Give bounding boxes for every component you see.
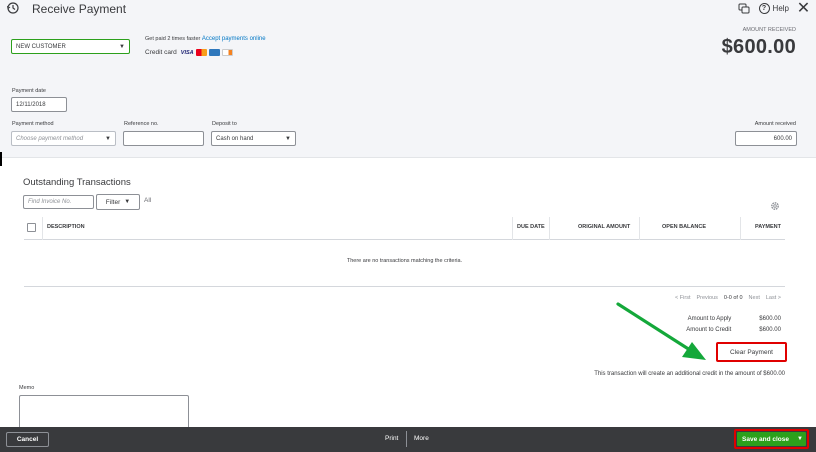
column-divider: [639, 217, 640, 240]
history-icon[interactable]: [6, 1, 20, 15]
find-invoice-placeholder: Find Invoice No.: [28, 199, 72, 205]
col-open-balance[interactable]: OPEN BALANCE: [662, 224, 706, 230]
save-and-close-button[interactable]: Save and close: [737, 432, 806, 446]
reference-label: Reference no.: [124, 121, 159, 127]
accept-payments-link[interactable]: Accept payments online: [202, 36, 266, 42]
reference-field[interactable]: [123, 131, 204, 146]
annotation-arrow-icon: [616, 302, 706, 360]
chevron-down-icon: ▼: [105, 135, 111, 142]
select-all-checkbox[interactable]: [27, 223, 36, 232]
column-divider: [740, 217, 741, 240]
gear-icon[interactable]: [770, 201, 780, 211]
header-actions: ? Help ✕: [738, 1, 810, 17]
help-label: Help: [772, 4, 789, 13]
amount-received-label: AMOUNT RECEIVED: [742, 27, 796, 33]
col-original-amount[interactable]: ORIGINAL AMOUNT: [578, 224, 630, 230]
amount-to-credit-value: $600.00: [759, 327, 781, 333]
print-button[interactable]: Print: [385, 435, 398, 442]
col-due-date[interactable]: DUE DATE: [517, 224, 545, 230]
deposit-to-value: Cash on hand: [216, 135, 254, 142]
deposit-to-label: Deposit to: [212, 121, 237, 127]
chevron-down-icon: ▼: [285, 135, 291, 142]
payment-method-placeholder: Choose payment method: [16, 135, 84, 142]
col-payment[interactable]: PAYMENT: [755, 224, 781, 230]
customer-value: NEW CUSTOMER: [16, 43, 66, 50]
payment-date-value: 12/11/2018: [16, 101, 46, 108]
payment-method-label: Payment method: [12, 121, 54, 127]
promo-line: Get paid 2 times faster Accept payments …: [145, 36, 266, 42]
amex-icon: [208, 49, 220, 56]
transactions-table-header: DESCRIPTION DUE DATE ORIGINAL AMOUNT OPE…: [24, 217, 785, 240]
discover-icon: [221, 49, 233, 56]
visa-icon: VISA: [180, 49, 194, 56]
payment-method-select[interactable]: Choose payment method ▼: [11, 131, 116, 146]
outstanding-title: Outstanding Transactions: [23, 177, 131, 188]
amount-field-value: 600.00: [773, 135, 792, 142]
chevron-down-icon[interactable]: ▼: [797, 436, 803, 442]
filter-all-label: All: [144, 197, 152, 204]
caret-down-icon: ▼: [124, 199, 131, 205]
amount-to-apply-value: $600.00: [759, 316, 781, 322]
feedback-icon[interactable]: [738, 2, 751, 15]
pager-last[interactable]: Last >: [766, 295, 781, 301]
payment-date-field[interactable]: 12/11/2018: [11, 97, 67, 112]
pager-range: 0-0 of 0: [723, 295, 743, 301]
memo-label: Memo: [19, 385, 35, 391]
filter-label: Filter: [105, 198, 121, 206]
footer-bar: [0, 427, 816, 452]
credit-card-row: Credit card VISA: [145, 49, 233, 56]
filter-button[interactable]: Filter ▼: [96, 194, 140, 210]
col-description[interactable]: DESCRIPTION: [47, 224, 85, 230]
deposit-to-select[interactable]: Cash on hand ▼: [211, 131, 296, 146]
chevron-down-icon: ▼: [119, 43, 125, 50]
page-title: Receive Payment: [32, 2, 127, 16]
help-icon: ?: [758, 3, 770, 14]
empty-table-message: There are no transactions matching the c…: [346, 258, 463, 264]
promo-text: Get paid 2 times faster: [145, 36, 201, 42]
clear-payment-button[interactable]: Clear Payment: [716, 342, 787, 362]
payment-date-label: Payment date: [12, 88, 46, 94]
credit-note: This transaction will create an addition…: [594, 371, 785, 377]
close-icon[interactable]: ✕: [797, 1, 810, 17]
column-divider: [512, 217, 513, 240]
cancel-button[interactable]: Cancel: [6, 432, 49, 447]
footer-divider: [406, 431, 407, 447]
column-divider: [42, 217, 43, 240]
column-divider: [549, 217, 550, 240]
find-invoice-input[interactable]: Find Invoice No.: [23, 195, 94, 209]
table-bottom-divider: [24, 286, 785, 287]
pager-next[interactable]: Next: [749, 295, 760, 301]
amount-received-field[interactable]: 600.00: [735, 131, 797, 146]
help-button[interactable]: ? Help: [758, 3, 789, 14]
amount-field-label: Amount received: [754, 121, 796, 127]
credit-card-label: Credit card: [145, 49, 177, 56]
customer-select[interactable]: NEW CUSTOMER ▼: [11, 39, 130, 54]
more-button[interactable]: More: [414, 435, 429, 442]
save-and-close-highlight: Save and close ▼: [734, 429, 809, 449]
amount-received-value: $600.00: [721, 36, 796, 58]
mastercard-icon: [195, 49, 207, 56]
edge-marker: [0, 152, 2, 166]
